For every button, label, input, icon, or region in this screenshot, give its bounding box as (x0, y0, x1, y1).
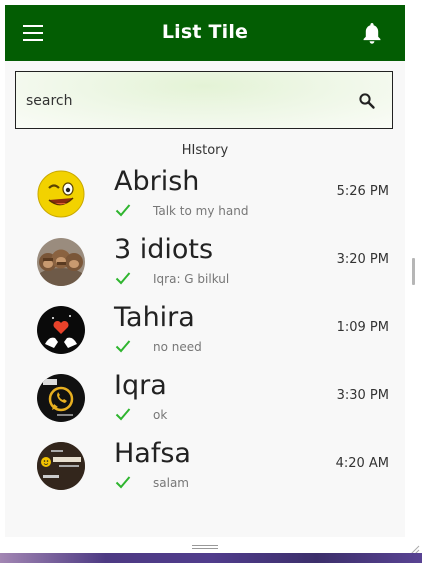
avatar (37, 170, 85, 218)
check-icon (115, 204, 131, 217)
last-message: salam (153, 476, 189, 490)
avatar (37, 374, 85, 422)
three-monkeys-icon (37, 238, 85, 286)
last-message: no need (153, 340, 202, 354)
last-message: ok (153, 408, 168, 422)
avatar (37, 442, 85, 490)
app-title: List Tile (161, 21, 249, 43)
whatsapp-dp-icon (37, 374, 85, 422)
search-input[interactable]: search (26, 93, 73, 109)
message-time: 4:20 AM (335, 456, 389, 471)
check-icon (115, 272, 131, 285)
my-life-text-icon (37, 442, 85, 490)
avatar (37, 238, 85, 286)
winking-smiley-icon (37, 170, 85, 218)
last-message: Talk to my hand (153, 204, 249, 218)
list-tile-iqra[interactable]: Iqra ok 3:30 PM (5, 370, 405, 442)
check-icon (115, 408, 131, 421)
message-time: 3:20 PM (336, 252, 389, 267)
app-bar: List Tile (5, 5, 405, 61)
last-message: Iqra: G bilkul (153, 272, 230, 286)
list-tile-3-idiots[interactable]: 3 idiots Iqra: G bilkul 3:20 PM (5, 234, 405, 306)
search-field[interactable]: search (15, 71, 393, 129)
contact-name: Hafsa (114, 438, 191, 469)
message-time: 5:26 PM (336, 184, 389, 199)
contact-name: Abrish (114, 166, 200, 197)
message-time: 1:09 PM (336, 320, 389, 335)
list-tile-hafsa[interactable]: Hafsa salam 4:20 AM (5, 438, 405, 510)
scrollbar-thumb[interactable] (412, 258, 415, 285)
avatar (37, 306, 85, 354)
contact-name: 3 idiots (114, 234, 214, 265)
app-window: List Tile search HIstory Abrish Talk to … (5, 5, 405, 537)
notification-bell-icon[interactable] (361, 21, 383, 45)
desktop-background-strip (0, 553, 422, 563)
contact-name: Iqra (114, 370, 167, 401)
heart-hands-icon (37, 306, 85, 354)
section-header: HIstory (181, 143, 229, 158)
drag-handle-icon[interactable] (192, 545, 218, 550)
list-tile-tahira[interactable]: Tahira no need 1:09 PM (5, 302, 405, 374)
message-time: 3:30 PM (336, 388, 389, 403)
check-icon (115, 340, 131, 353)
contact-name: Tahira (114, 302, 195, 333)
list-tile-abrish[interactable]: Abrish Talk to my hand 5:26 PM (5, 166, 405, 238)
check-icon (115, 476, 131, 489)
resize-grip-icon[interactable] (408, 541, 420, 556)
search-icon[interactable] (358, 92, 376, 110)
